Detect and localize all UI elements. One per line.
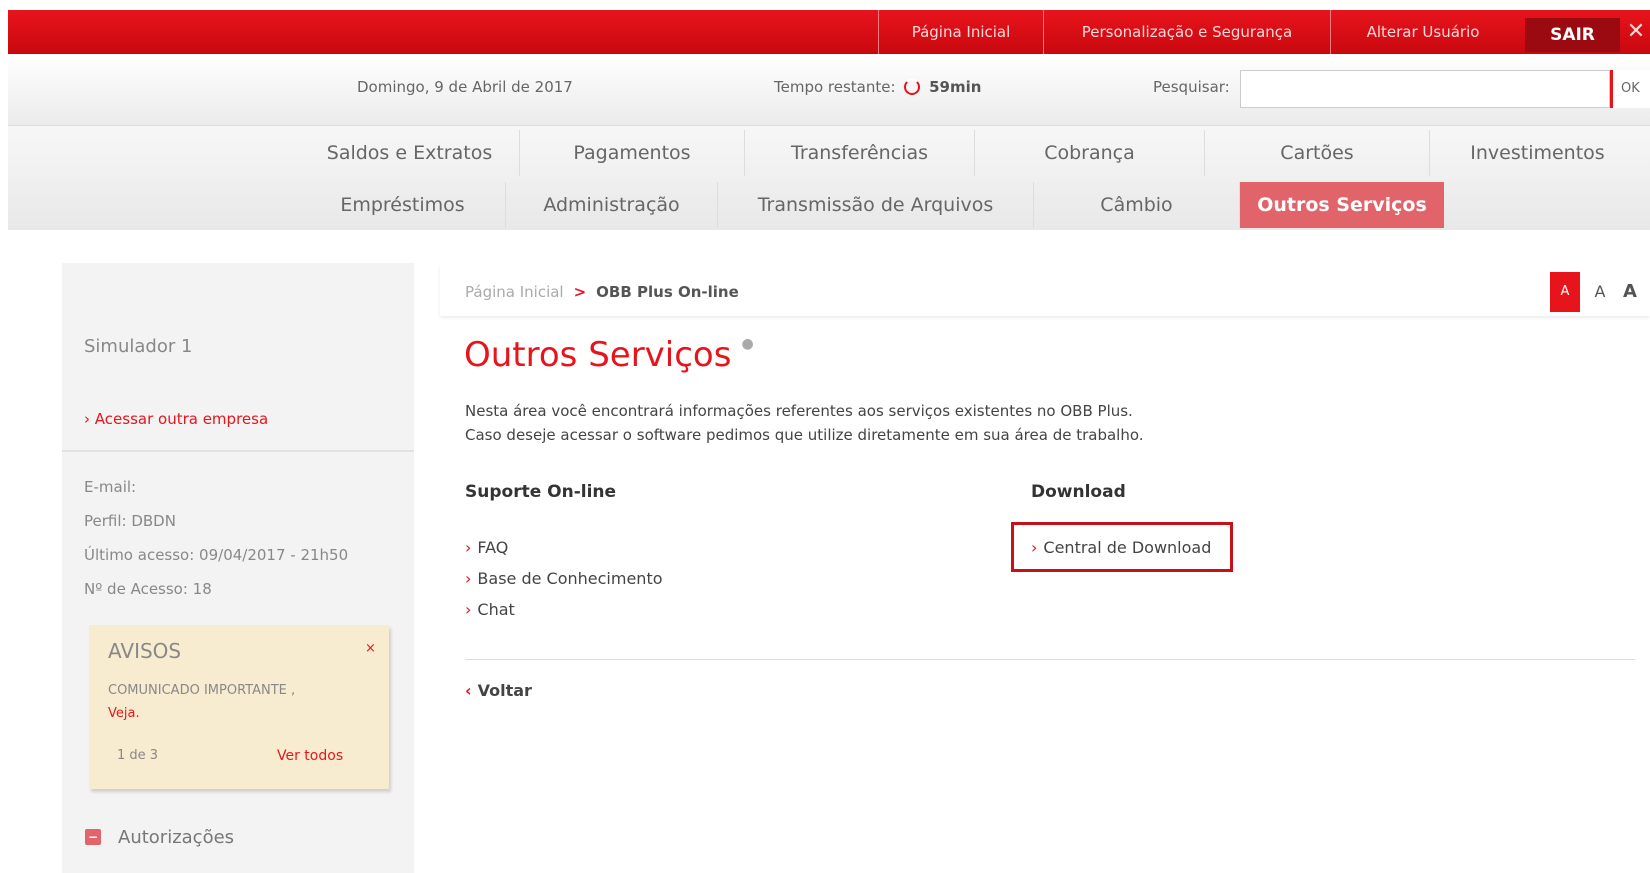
nav-cambio[interactable]: Câmbio xyxy=(1034,182,1240,228)
user-profile: Perfil: DBDN xyxy=(84,512,176,530)
download-center-link[interactable]: › Central de Download xyxy=(1031,538,1211,557)
nav-pagamentos[interactable]: Pagamentos xyxy=(520,130,745,176)
user-email: E-mail: xyxy=(84,478,137,496)
notice-view-link[interactable]: Veja. xyxy=(108,706,140,721)
top-link-personalization[interactable]: Personalização e Segurança xyxy=(1043,10,1330,54)
notice-message: COMUNICADO IMPORTANTE , xyxy=(108,683,296,698)
timer-label: Tempo restante: xyxy=(774,78,896,96)
breadcrumb: Página Inicial > OBB Plus On-line xyxy=(465,283,739,301)
faq-label: FAQ xyxy=(477,538,509,557)
nav-transferencias[interactable]: Transferências xyxy=(745,130,975,176)
content-divider xyxy=(465,659,1635,660)
description-line-2: Caso deseje acessar o software pedimos q… xyxy=(465,426,1144,444)
page-title: Outros Serviços ● xyxy=(464,335,754,375)
support-section-title: Suporte On-line xyxy=(465,482,617,502)
session-timer: Tempo restante: 59min xyxy=(774,78,981,96)
chevron-right-icon: › xyxy=(1031,538,1038,557)
back-link[interactable]: ‹ Voltar xyxy=(465,681,532,700)
description-line-1: Nesta área você encontrará informações r… xyxy=(465,402,1133,420)
info-dot-icon: ● xyxy=(741,336,754,352)
current-date: Domingo, 9 de Abril de 2017 xyxy=(357,78,573,96)
search-label: Pesquisar: xyxy=(1153,78,1230,96)
nav-cobranca[interactable]: Cobrança xyxy=(975,130,1205,176)
chevron-right-icon: › xyxy=(465,600,472,619)
knowledge-base-link[interactable]: › Base de Conhecimento xyxy=(465,569,663,588)
close-icon[interactable]: ✕ xyxy=(1622,10,1650,54)
font-size-small-button[interactable]: A xyxy=(1550,272,1580,312)
logout-button[interactable]: SAIR xyxy=(1525,18,1620,52)
last-access: Último acesso: 09/04/2017 - 21h50 xyxy=(84,546,349,564)
chevron-left-icon: ‹ xyxy=(465,681,472,700)
sidebar-divider xyxy=(62,450,414,452)
top-link-home[interactable]: Página Inicial xyxy=(878,10,1043,54)
minus-box-icon[interactable]: − xyxy=(85,829,101,845)
nav-administracao[interactable]: Administração xyxy=(506,182,718,228)
search-input[interactable] xyxy=(1240,70,1610,108)
back-label: Voltar xyxy=(477,681,532,700)
notices-title: AVISOS xyxy=(108,639,182,663)
breadcrumb-current: OBB Plus On-line xyxy=(596,283,739,301)
font-size-medium-button[interactable]: A xyxy=(1585,272,1615,312)
switch-company-label: Acessar outra empresa xyxy=(94,410,269,428)
nav-outros-servicos[interactable]: Outros Serviços xyxy=(1240,182,1444,228)
notice-pagination: 1 de 3 xyxy=(117,748,159,763)
nav-cartoes[interactable]: Cartões xyxy=(1205,130,1430,176)
faq-link[interactable]: › FAQ xyxy=(465,538,508,557)
chevron-right-icon: › xyxy=(465,569,472,588)
top-link-change-user[interactable]: Alterar Usuário xyxy=(1330,10,1515,54)
search-ok-button[interactable]: OK xyxy=(1610,70,1650,108)
switch-company-link[interactable]: › Acessar outra empresa xyxy=(84,410,268,428)
nav-emprestimos[interactable]: Empréstimos xyxy=(300,182,506,228)
access-count: Nº de Acesso: 18 xyxy=(84,580,212,598)
notice-view-all-link[interactable]: Ver todos xyxy=(277,748,343,764)
breadcrumb-home[interactable]: Página Inicial xyxy=(465,283,564,301)
chat-label: Chat xyxy=(477,600,515,619)
chevron-right-icon: › xyxy=(465,538,472,557)
nav-saldos[interactable]: Saldos e Extratos xyxy=(300,130,520,176)
chevron-right-icon: › xyxy=(84,410,95,428)
nav-investimentos[interactable]: Investimentos xyxy=(1430,130,1645,176)
breadcrumb-separator-icon: > xyxy=(573,283,587,301)
download-center-label: Central de Download xyxy=(1043,538,1212,557)
company-name: Simulador 1 xyxy=(84,336,193,357)
authorizations-section[interactable]: Autorizações xyxy=(118,827,234,848)
timer-value: 59min xyxy=(929,78,982,96)
page-title-text: Outros Serviços xyxy=(464,335,732,375)
font-size-large-button[interactable]: A xyxy=(1615,272,1645,312)
nav-transmissao[interactable]: Transmissão de Arquivos xyxy=(718,182,1034,228)
notices-close-icon[interactable]: × xyxy=(365,641,376,656)
knowledge-base-label: Base de Conhecimento xyxy=(477,569,663,588)
chat-link[interactable]: › Chat xyxy=(465,600,515,619)
clock-icon xyxy=(904,79,921,95)
download-section-title: Download xyxy=(1031,482,1126,502)
